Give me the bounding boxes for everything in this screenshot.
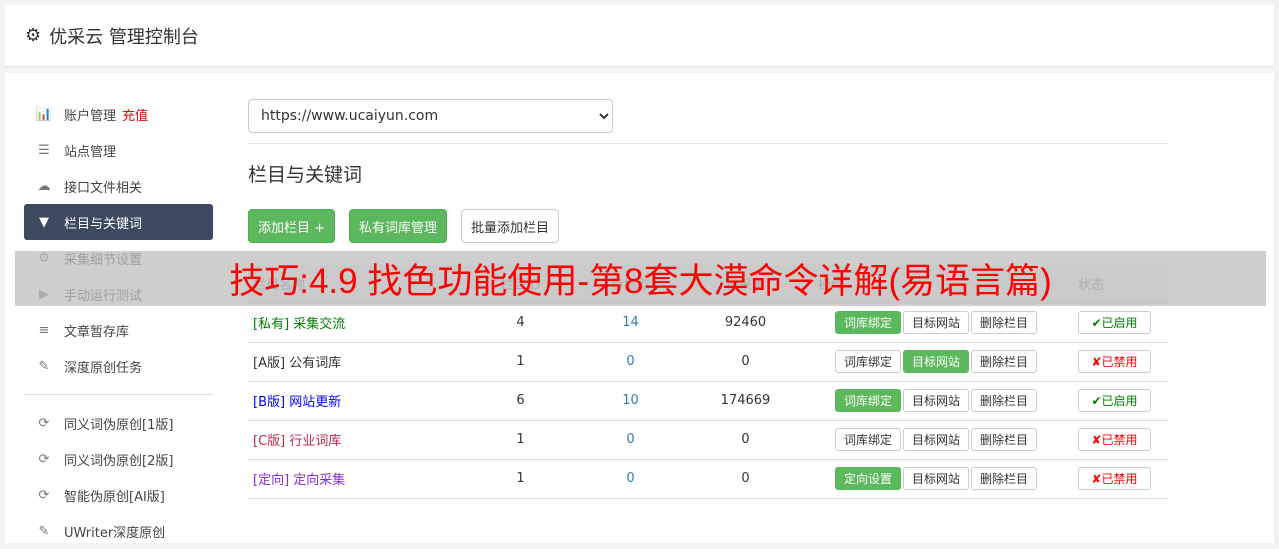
overlay-banner: 技巧:4.9 找色功能使用-第8套大漠命令详解(易语言篇) (15, 251, 1266, 306)
column-name: 行业词库 (289, 434, 342, 449)
sidebar-item-label: 文章暂存库 (64, 324, 130, 340)
sidebar-item-label: 账户管理 (64, 108, 117, 124)
sidebar-item-0[interactable]: 📊 账户管理 充值 (24, 96, 213, 132)
filter-icon: ▼ (39, 214, 49, 230)
sidebar-item-label: 栏目与关键词 (64, 216, 143, 232)
column-id: 1 (453, 342, 583, 382)
edit-icon: ✎ (38, 523, 50, 539)
x-icon: ✘ (1091, 472, 1102, 486)
column-name: 采集交流 (293, 317, 346, 333)
sidebar-item-10[interactable]: ⟳ 智能伪原创[AI版] (24, 477, 213, 513)
sidebar-divider (24, 394, 213, 395)
table-row: [A版] 公有词库 1 0 0 词库绑定 目标网站 删除栏目 ✘已禁用 (248, 342, 1168, 382)
sidebar-item-label: 同义词伪原创[2版] (64, 453, 174, 469)
batch-add-button[interactable]: 批量添加栏目 (461, 209, 560, 243)
lexicon-bind-button[interactable]: 词库绑定 (835, 389, 902, 412)
column-id: 1 (453, 420, 583, 460)
status-toggle[interactable]: ✘已禁用 (1078, 350, 1151, 373)
table-row: [定向] 定向采集 1 0 0 定向设置 目标网站 删除栏目 ✘已禁用 (248, 459, 1168, 499)
target-site-button[interactable]: 目标网站 (903, 311, 970, 335)
status-toggle[interactable]: ✔已启用 (1078, 311, 1151, 335)
sidebar-item-label: 智能伪原创[AI版] (64, 489, 165, 505)
column-name: 公有词库 (289, 356, 342, 371)
check-icon: ✔ (1091, 394, 1102, 408)
column-id: 6 (453, 381, 583, 421)
target-site-button[interactable]: 目标网站 (903, 428, 970, 451)
sidebar-item-label: 站点管理 (64, 144, 117, 160)
collected-count: 92460 (673, 303, 813, 343)
sidebar-item-9[interactable]: ⟳ 同义词伪原创[2版] (24, 441, 213, 477)
column-tag: [A版] (253, 356, 286, 371)
refresh-icon: ⟳ (38, 487, 50, 503)
pending-count: 0 (583, 459, 673, 499)
lexicon-bind-button[interactable]: 词库绑定 (835, 428, 902, 451)
status-toggle[interactable]: ✘已禁用 (1078, 428, 1151, 451)
collected-count: 0 (673, 459, 813, 499)
sidebar-item-label: 接口文件相关 (64, 180, 143, 196)
sidebar: 📊账户管理充值☰站点管理☁接口文件相关▼栏目与关键词⚙采集细节设置▶手动运行测试… (24, 96, 213, 549)
check-icon: ✔ (1091, 316, 1102, 331)
site-select[interactable]: https://www.ucaiyun.com (248, 99, 613, 133)
column-id: 1 (453, 459, 583, 499)
gear-icon: ⚙ (25, 25, 42, 46)
column-tag: [B版] (253, 395, 286, 410)
sidebar-item-label: UWriter深度原创 (64, 525, 166, 541)
pending-count: 0 (583, 420, 673, 460)
column-tag: [C版] (253, 434, 286, 449)
target-site-button[interactable]: 目标网站 (903, 389, 970, 412)
collected-count: 0 (673, 342, 813, 382)
status-toggle[interactable]: ✘已禁用 (1078, 467, 1151, 490)
sidebar-item-7[interactable]: ✎ 深度原创任务 (24, 348, 213, 384)
table-row: [私有] 采集交流 4 14 92460 词库绑定 目标网站 删除栏目 ✔已启用 (248, 303, 1168, 343)
x-icon: ✘ (1091, 355, 1102, 369)
column-name: 定向采集 (293, 473, 346, 488)
sidebar-item-11[interactable]: ✎ UWriter深度原创 (24, 513, 213, 549)
refresh-icon: ⟳ (38, 415, 50, 431)
lexicon-bind-button[interactable]: 词库绑定 (835, 311, 902, 335)
refresh-icon: ⟳ (38, 451, 50, 467)
sidebar-item-2[interactable]: ☁ 接口文件相关 (24, 168, 213, 204)
column-name: 网站更新 (289, 395, 342, 410)
divider (248, 143, 1168, 144)
column-id: 4 (453, 303, 583, 343)
table-row: [B版] 网站更新 6 10 174669 词库绑定 目标网站 删除栏目 ✔已启用 (248, 381, 1168, 421)
column-tag: [定向] (253, 473, 290, 488)
collected-count: 174669 (673, 381, 813, 421)
sidebar-item-label: 同义词伪原创[1版] (64, 417, 174, 433)
app-title: 优采云 管理控制台 (49, 26, 199, 48)
table-row: [C版] 行业词库 1 0 0 词库绑定 目标网站 删除栏目 ✘已禁用 (248, 420, 1168, 460)
column-tag: [私有] (253, 317, 290, 333)
private-lexicon-button[interactable]: 私有词库管理 (349, 209, 448, 243)
delete-column-button[interactable]: 删除栏目 (971, 467, 1038, 490)
sidebar-item-label: 深度原创任务 (64, 360, 143, 376)
delete-column-button[interactable]: 删除栏目 (971, 311, 1038, 335)
target-site-button[interactable]: 目标网站 (903, 350, 970, 373)
delete-column-button[interactable]: 删除栏目 (971, 389, 1038, 412)
collected-count: 0 (673, 420, 813, 460)
edit-icon: ✎ (38, 358, 50, 374)
sidebar-item-6[interactable]: ≡ 文章暂存库 (24, 312, 213, 348)
bar-chart-icon: 📊 (35, 106, 53, 122)
target-site-button[interactable]: 目标网站 (903, 467, 970, 490)
status-toggle[interactable]: ✔已启用 (1078, 389, 1151, 412)
pending-count: 10 (583, 381, 673, 421)
delete-column-button[interactable]: 删除栏目 (971, 350, 1038, 373)
database-icon: ≡ (38, 322, 50, 338)
cloud-upload-icon: ☁ (37, 178, 51, 194)
sidebar-item-3[interactable]: ▼ 栏目与关键词 (24, 204, 213, 240)
page-title: 栏目与关键词 (248, 164, 363, 186)
app-header: ⚙ 优采云 管理控制台 (5, 5, 1274, 67)
pending-count: 0 (583, 342, 673, 382)
sidebar-item-8[interactable]: ⟳ 同义词伪原创[1版] (24, 405, 213, 441)
server-icon: ☰ (38, 142, 50, 158)
pending-count: 14 (583, 303, 673, 343)
lexicon-bind-button[interactable]: 词库绑定 (835, 350, 902, 373)
recharge-link[interactable]: 充值 (122, 105, 148, 124)
delete-column-button[interactable]: 删除栏目 (971, 428, 1038, 451)
sidebar-item-1[interactable]: ☰ 站点管理 (24, 132, 213, 168)
x-icon: ✘ (1091, 433, 1102, 447)
lexicon-bind-button[interactable]: 定向设置 (835, 467, 902, 490)
add-column-button[interactable]: 添加栏目 + (248, 209, 336, 243)
